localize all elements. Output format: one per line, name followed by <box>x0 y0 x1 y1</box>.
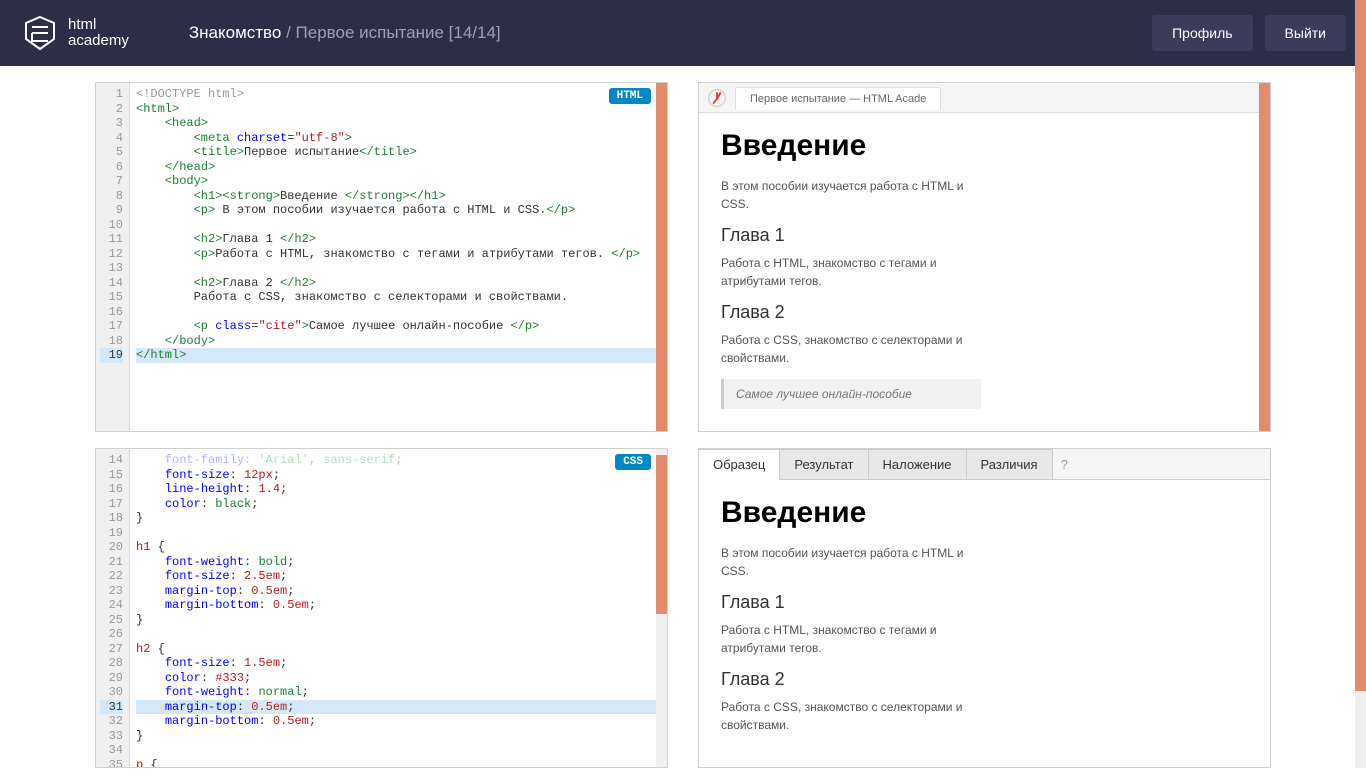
logo-icon <box>20 13 60 53</box>
compare-panel: Образец Результат Наложение Различия ? В… <box>698 448 1271 768</box>
sample-p: Работа с HTML, знакомство с тегами и атр… <box>721 621 981 657</box>
left-column: HTML 12345678910111213141516171819 <!DOC… <box>95 82 668 768</box>
logout-button[interactable]: Выйти <box>1265 15 1346 51</box>
preview-p: Работа с CSS, знакомство с селекторами и… <box>721 331 981 367</box>
preview-h1: Введение <box>721 129 1248 163</box>
main: HTML 12345678910111213141516171819 <!DOC… <box>0 66 1366 784</box>
preview-h2: Глава 2 <box>721 302 1248 323</box>
css-editor[interactable]: CSS 141516171819202122232425262728293031… <box>95 448 668 768</box>
html-code[interactable]: <!DOCTYPE html><html> <head> <meta chars… <box>130 83 667 431</box>
tab-overlay[interactable]: Наложение <box>869 449 967 479</box>
right-column: Первое испытание — HTML Acade Введение В… <box>698 82 1271 768</box>
scrollbar[interactable] <box>1259 83 1270 431</box>
breadcrumb-task[interactable]: Первое испытание [14/14] <box>296 23 501 42</box>
preview-p: В этом пособии изучается работа с HTML и… <box>721 177 981 213</box>
result-browser: Первое испытание — HTML Acade Введение В… <box>698 82 1271 432</box>
yandex-icon[interactable] <box>703 84 731 112</box>
css-code[interactable]: font-family: 'Arial', sans-serif; font-s… <box>130 449 667 767</box>
help-icon[interactable]: ? <box>1061 457 1068 472</box>
sample-h2: Глава 2 <box>721 669 1248 690</box>
sample-p: В этом пособии изучается работа с HTML и… <box>721 544 981 580</box>
logo[interactable]: html academy <box>20 13 129 53</box>
breadcrumb: Знакомство / Первое испытание [14/14] <box>189 23 501 43</box>
tab-sample[interactable]: Образец <box>699 449 780 480</box>
html-badge: HTML <box>609 88 651 104</box>
sample-h1: Введение <box>721 496 1248 530</box>
preview-p: Работа с HTML, знакомство с тегами и атр… <box>721 254 981 290</box>
preview-h2: Глава 1 <box>721 225 1248 246</box>
browser-tabs: Первое испытание — HTML Acade <box>699 83 1270 113</box>
header: html academy Знакомство / Первое испытан… <box>0 0 1366 66</box>
scrollbar[interactable] <box>656 83 667 431</box>
browser-tab[interactable]: Первое испытание — HTML Acade <box>735 87 941 110</box>
logo-text: html academy <box>68 17 129 50</box>
tab-diff[interactable]: Различия <box>967 449 1053 479</box>
sample-p: Работа с CSS, знакомство с селекторами и… <box>721 698 981 734</box>
tab-result[interactable]: Результат <box>780 449 868 479</box>
css-gutter: 1415161718192021222324252627282930313233… <box>96 449 130 767</box>
compare-body: Введение В этом пособии изучается работа… <box>699 480 1270 767</box>
profile-button[interactable]: Профиль <box>1152 15 1252 51</box>
breadcrumb-course[interactable]: Знакомство <box>189 23 281 42</box>
css-badge: CSS <box>615 454 651 470</box>
sample-h2: Глава 1 <box>721 592 1248 613</box>
html-gutter: 12345678910111213141516171819 <box>96 83 130 431</box>
preview-cite: Самое лучшее онлайн-пособие <box>721 379 981 409</box>
scrollbar[interactable] <box>656 449 667 767</box>
scrollbar[interactable] <box>1355 0 1366 768</box>
browser-body: Введение В этом пособии изучается работа… <box>699 113 1270 431</box>
html-editor[interactable]: HTML 12345678910111213141516171819 <!DOC… <box>95 82 668 432</box>
header-actions: Профиль Выйти <box>1152 15 1346 51</box>
compare-tabs: Образец Результат Наложение Различия ? <box>699 449 1270 480</box>
